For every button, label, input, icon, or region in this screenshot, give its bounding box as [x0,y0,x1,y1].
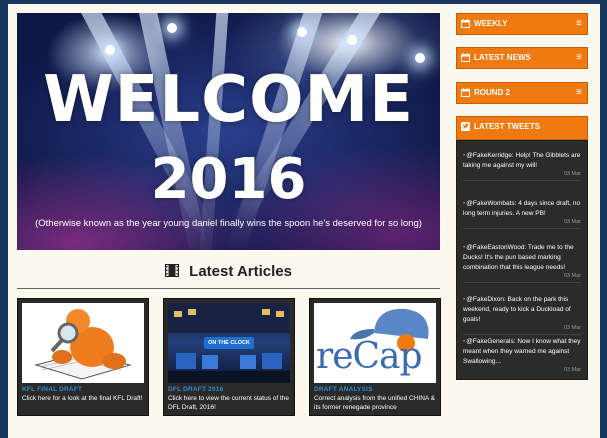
film-icon [164,259,180,287]
bullet-icon: • [463,152,466,159]
weekly-label: WEEKLY [474,19,508,28]
twitter-icon [461,119,470,139]
latest-tweets-label: LATEST TWEETS [474,122,541,131]
menu-icon[interactable]: ≡ [576,83,582,103]
tweet-date: 03 Mar [563,219,581,225]
recap-logo-text: reCap [316,336,423,377]
tweet-date: 03 Mar [563,325,581,331]
article-description: Click here for a look at the final KFL D… [22,395,143,402]
article-thumbnail[interactable]: reCap [314,303,436,383]
article-title[interactable]: DRAFT ANALYSIS [314,386,373,393]
tweet-item[interactable]: •@FakeKerridge: Help! The Gibblets are t… [463,151,581,181]
latest-news-label: LATEST NEWS [474,53,531,62]
calendar-icon [461,16,470,36]
bullet-icon: • [463,244,466,251]
reading-figure-icon [34,309,132,380]
year-title: 2016 [150,147,307,212]
menu-icon[interactable]: ≡ [576,48,582,68]
article-thumbnail[interactable]: ON THE CLOCK [168,303,290,383]
tweet-text[interactable]: @FakeKerridge: Help! The Gibblets are ta… [463,152,580,169]
article-description: Correct analysis from the unified CHINA … [314,395,436,411]
divider [463,180,581,181]
on-the-clock-label: ON THE CLOCK [208,340,250,346]
article-title[interactable]: KFL FINAL DRAFT [22,386,82,393]
round-widget-header[interactable]: ROUND 2 ≡ [456,82,588,104]
page-content: WELCOME 2016 (Otherwise known as the yea… [8,4,600,438]
tweet-item[interactable]: •@FakeDixon: Back on the park this weeke… [463,295,581,335]
round-label: ROUND 2 [474,88,511,97]
tweet-text[interactable]: @FakeEastonWood: Trade me to the Ducks! … [463,244,574,271]
article-card-dfl-draft-2016[interactable]: ON THE CLOCK DFL DRAFT 2016 Click here t… [163,298,295,416]
divider [463,282,581,283]
tweet-text[interactable]: @FakeWombats: 4 days since draft, no lon… [463,200,580,217]
bullet-icon: • [463,338,466,345]
calendar-icon [461,85,470,105]
tweet-item[interactable]: •@FakeWombats: 4 days since draft, no lo… [463,199,581,229]
article-title[interactable]: DFL DRAFT 2016 [168,386,223,393]
weekly-widget-header[interactable]: WEEKLY ≡ [456,13,588,35]
tweet-date: 03 Mar [563,171,581,177]
tweet-text[interactable]: @FakeGenerals: Now I know what they mean… [463,338,581,365]
tweets-list: •@FakeKerridge: Help! The Gibblets are t… [456,140,588,380]
section-title: Latest Articles [189,263,292,280]
article-card-draft-analysis[interactable]: reCap DRAFT ANALYSIS Correct analysis fr… [309,298,441,416]
banner-caption: (Otherwise known as the year young danie… [35,218,422,229]
divider [463,334,581,335]
article-card-kfl-final-draft[interactable]: KFL FINAL DRAFT Click here for a look at… [17,298,149,416]
article-description: Click here to view the current status of… [168,395,290,411]
welcome-title: WELCOME [43,63,414,137]
divider [17,288,440,289]
latest-news-widget-header[interactable]: LATEST NEWS ≡ [456,47,588,69]
latest-articles-heading: Latest Articles [17,258,440,286]
bullet-icon: • [463,296,466,303]
menu-icon[interactable]: ≡ [576,14,582,34]
divider [463,228,581,229]
welcome-banner[interactable]: WELCOME 2016 (Otherwise known as the yea… [17,13,440,250]
tweet-date: 03 Mar [563,367,581,373]
tweet-item[interactable]: •@FakeGenerals: Now I know what they mea… [463,337,581,373]
tweet-date: 03 Mar [563,273,581,279]
bullet-icon: • [463,200,466,207]
tweet-item[interactable]: •@FakeEastonWood: Trade me to the Ducks!… [463,243,581,283]
latest-tweets-widget-header: LATEST TWEETS [456,116,588,140]
calendar-icon [461,50,470,70]
article-thumbnail[interactable] [22,303,144,383]
tweet-text[interactable]: @FakeDixon: Back on the park this weeken… [463,296,571,323]
